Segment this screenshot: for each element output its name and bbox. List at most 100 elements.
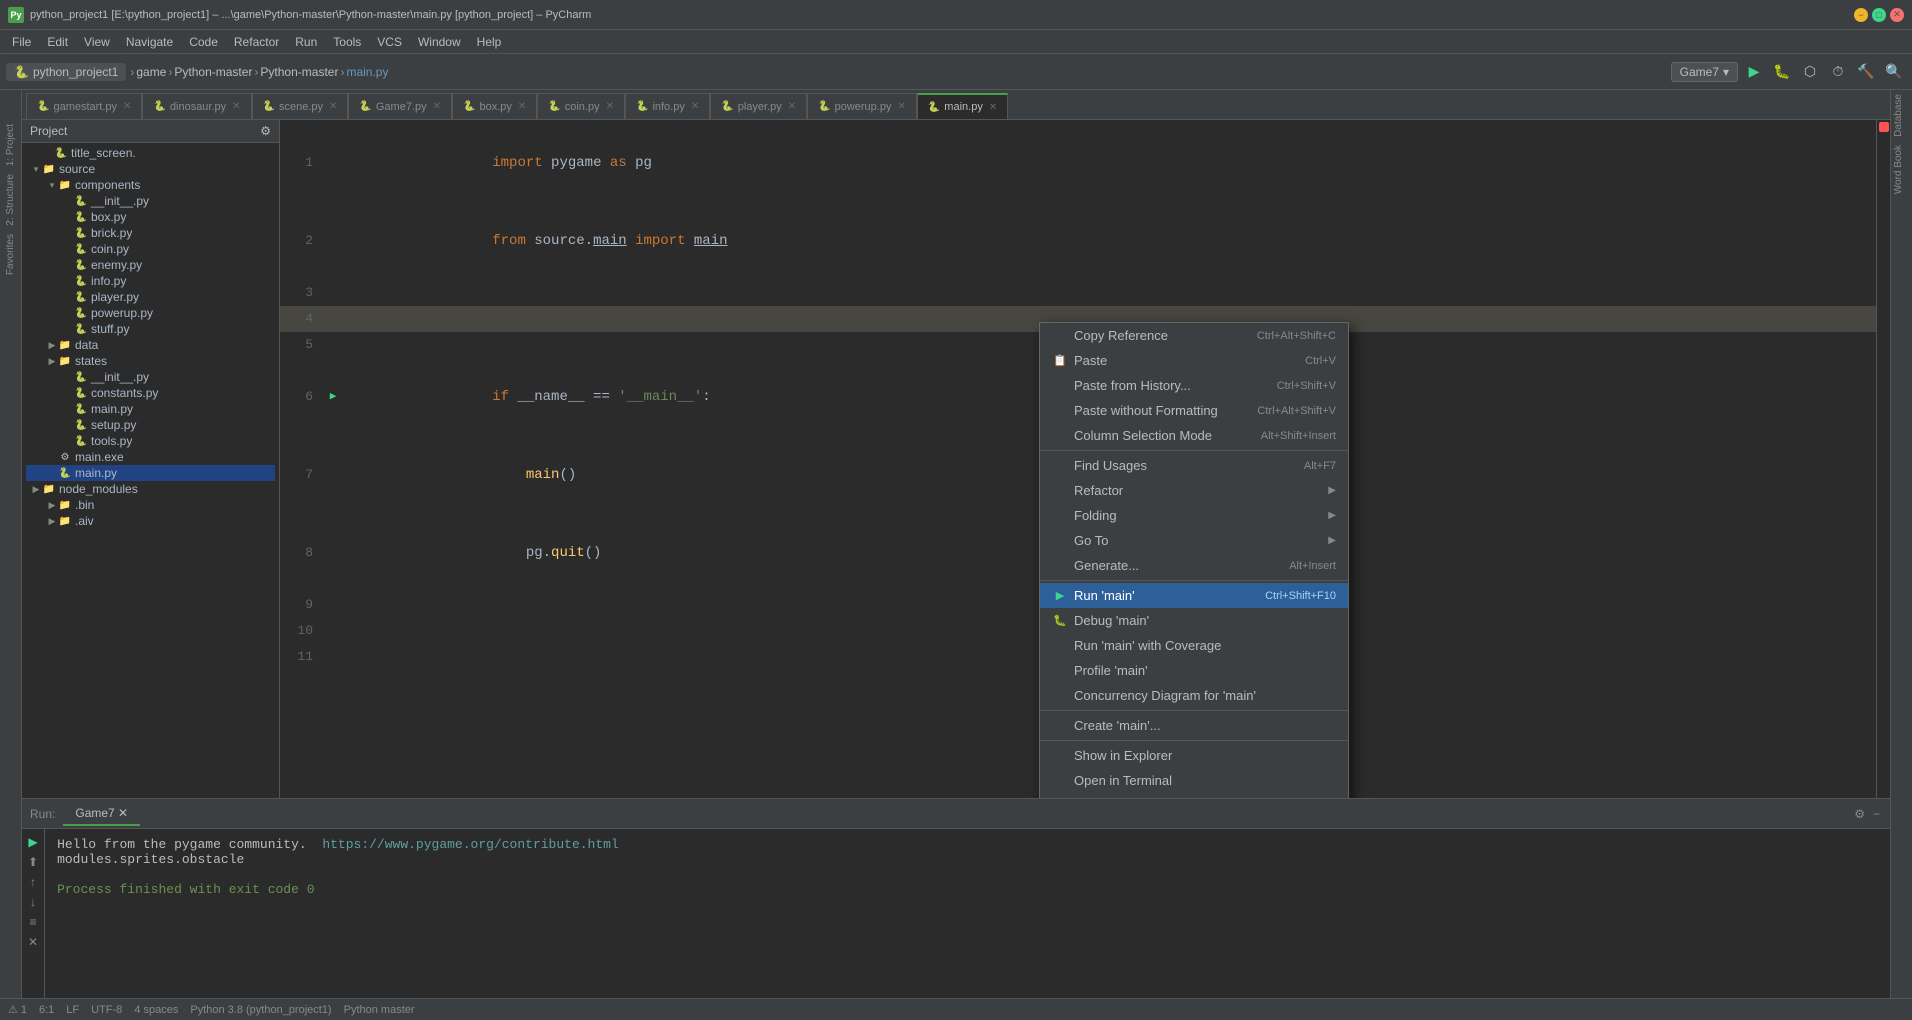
- tree-player-py[interactable]: 🐍 player.py: [26, 289, 275, 305]
- tab-game7[interactable]: 🐍 Game7.py ✕: [348, 93, 452, 119]
- cm-open-terminal[interactable]: Open in Terminal: [1040, 768, 1348, 793]
- tree-init2-py[interactable]: 🐍 __init__.py: [26, 369, 275, 385]
- cm-goto[interactable]: Go To ▶: [1040, 528, 1348, 553]
- cm-run-main[interactable]: ▶ Run 'main' Ctrl+Shift+F10: [1040, 583, 1348, 608]
- tree-states[interactable]: ▶ 📁 states: [26, 353, 275, 369]
- menu-vcs[interactable]: VCS: [369, 33, 410, 51]
- tab-player[interactable]: 🐍 player.py ✕: [710, 93, 807, 119]
- cm-find-usages[interactable]: Find Usages Alt+F7: [1040, 453, 1348, 478]
- tree-main-py-selected[interactable]: 🐍 main.py: [26, 465, 275, 481]
- minimize-button[interactable]: −: [1854, 8, 1868, 22]
- menu-tools[interactable]: Tools: [325, 33, 369, 51]
- menu-refactor[interactable]: Refactor: [226, 33, 287, 51]
- cm-folding[interactable]: Folding ▶: [1040, 503, 1348, 528]
- build-button[interactable]: 🔨: [1854, 60, 1878, 84]
- tree-node-modules[interactable]: ▶ 📁 node_modules: [26, 481, 275, 497]
- tree-bin[interactable]: ▶ 📁 .bin: [26, 497, 275, 513]
- tab-info-close[interactable]: ✕: [691, 101, 699, 112]
- status-python[interactable]: Python 3.8 (python_project1): [190, 1004, 331, 1016]
- tab-dinosaur-close[interactable]: ✕: [232, 101, 240, 112]
- code-editor-area[interactable]: 1 import pygame as pg 2: [280, 120, 1876, 798]
- cm-column-selection[interactable]: Column Selection Mode Alt+Shift+Insert: [1040, 423, 1348, 448]
- coverage-button[interactable]: ⬡: [1798, 60, 1822, 84]
- structure-panel-toggle[interactable]: 2: Structure: [3, 170, 18, 230]
- tree-box-py[interactable]: 🐍 box.py: [26, 209, 275, 225]
- cm-show-explorer[interactable]: Show in Explorer: [1040, 743, 1348, 768]
- tab-gamestart-close[interactable]: ✕: [123, 101, 131, 112]
- tab-scene-close[interactable]: ✕: [329, 101, 337, 112]
- breadcrumb-python-master2[interactable]: Python-master: [260, 65, 338, 79]
- run-scroll-down-button[interactable]: ↓: [28, 893, 38, 911]
- tree-tools-py[interactable]: 🐍 tools.py: [26, 433, 275, 449]
- run-button[interactable]: ▶: [1742, 60, 1766, 84]
- breadcrumb-game[interactable]: game: [136, 65, 166, 79]
- tree-main-exe[interactable]: ⚙ main.exe: [26, 449, 275, 465]
- tab-powerup-close[interactable]: ✕: [897, 101, 905, 112]
- project-panel-toggle[interactable]: 1: Project: [3, 120, 18, 170]
- minimize-panel-icon[interactable]: −: [1871, 805, 1882, 823]
- tab-dinosaur[interactable]: 🐍 dinosaur.py ✕: [142, 93, 251, 119]
- tab-box-close[interactable]: ✕: [518, 101, 526, 112]
- tree-source[interactable]: ▾ 📁 source: [26, 161, 275, 177]
- status-indent[interactable]: 4 spaces: [134, 1004, 178, 1016]
- tab-main[interactable]: 🐍 main.py ✕: [917, 93, 1008, 119]
- breadcrumb-python-master[interactable]: Python-master: [174, 65, 252, 79]
- tree-enemy-py[interactable]: 🐍 enemy.py: [26, 257, 275, 273]
- debug-button[interactable]: 🐛: [1770, 60, 1794, 84]
- cm-generate[interactable]: Generate... Alt+Insert: [1040, 553, 1348, 578]
- run-play-button[interactable]: ▶: [26, 833, 39, 851]
- tab-coin-close[interactable]: ✕: [606, 101, 614, 112]
- menu-view[interactable]: View: [76, 33, 118, 51]
- wordbook-panel-toggle[interactable]: Word Book: [1891, 141, 1906, 198]
- favorites-panel-toggle[interactable]: Favorites: [3, 230, 18, 279]
- run-wrap-button[interactable]: ≡: [28, 913, 39, 931]
- settings-icon[interactable]: ⚙: [1852, 805, 1867, 823]
- tab-main-close[interactable]: ✕: [989, 102, 997, 113]
- tab-box[interactable]: 🐍 box.py ✕: [452, 93, 537, 119]
- cm-create-main[interactable]: Create 'main'...: [1040, 713, 1348, 738]
- database-panel-toggle[interactable]: Database: [1891, 90, 1906, 141]
- tab-gamestart[interactable]: 🐍 gamestart.py ✕: [26, 93, 142, 119]
- tree-main2-py[interactable]: 🐍 main.py: [26, 401, 275, 417]
- panel-settings-icon[interactable]: ⚙: [260, 124, 271, 138]
- cm-local-history[interactable]: Local History ▶: [1040, 793, 1348, 798]
- status-warnings[interactable]: ⚠ 1: [8, 1003, 27, 1016]
- tree-aiv[interactable]: ▶ 📁 .aiv: [26, 513, 275, 529]
- tab-powerup[interactable]: 🐍 powerup.py ✕: [807, 93, 917, 119]
- close-button[interactable]: ✕: [1890, 8, 1904, 22]
- status-line-col[interactable]: 6:1: [39, 1004, 54, 1016]
- menu-code[interactable]: Code: [181, 33, 226, 51]
- menu-edit[interactable]: Edit: [39, 33, 76, 51]
- menu-help[interactable]: Help: [469, 33, 510, 51]
- cm-copy-reference[interactable]: Copy Reference Ctrl+Alt+Shift+C: [1040, 323, 1348, 348]
- run-configuration[interactable]: Game7 ▾: [1671, 62, 1738, 82]
- tree-brick-py[interactable]: 🐍 brick.py: [26, 225, 275, 241]
- tab-coin[interactable]: 🐍 coin.py ✕: [537, 93, 625, 119]
- cm-paste[interactable]: 📋 Paste Ctrl+V: [1040, 348, 1348, 373]
- cm-paste-no-format[interactable]: Paste without Formatting Ctrl+Alt+Shift+…: [1040, 398, 1348, 423]
- status-lf[interactable]: LF: [66, 1004, 79, 1016]
- project-selector[interactable]: 🐍 python_project1: [6, 63, 126, 81]
- bottom-tab-game7[interactable]: Game7 ✕: [63, 802, 140, 826]
- menu-file[interactable]: File: [4, 33, 39, 51]
- tree-setup-py[interactable]: 🐍 setup.py: [26, 417, 275, 433]
- tab-game7-close[interactable]: ✕: [433, 101, 441, 112]
- status-encoding[interactable]: UTF-8: [91, 1004, 122, 1016]
- tree-components[interactable]: ▾ 📁 components: [26, 177, 275, 193]
- run-stop-button[interactable]: ⬆: [26, 853, 40, 871]
- breadcrumb-main-py[interactable]: main.py: [346, 65, 388, 79]
- run-scroll-up-button[interactable]: ↑: [28, 873, 38, 891]
- cm-profile-main[interactable]: Profile 'main': [1040, 658, 1348, 683]
- tree-init-py[interactable]: 🐍 __init__.py: [26, 193, 275, 209]
- tree-data[interactable]: ▶ 📁 data: [26, 337, 275, 353]
- cm-concurrency[interactable]: Concurrency Diagram for 'main': [1040, 683, 1348, 708]
- tab-player-close[interactable]: ✕: [788, 101, 796, 112]
- tab-scene[interactable]: 🐍 scene.py ✕: [252, 93, 349, 119]
- tree-stuff-py[interactable]: 🐍 stuff.py: [26, 321, 275, 337]
- menu-window[interactable]: Window: [410, 33, 469, 51]
- tab-info[interactable]: 🐍 info.py ✕: [625, 93, 710, 119]
- search-button[interactable]: 🔍: [1882, 60, 1906, 84]
- pygame-link[interactable]: https://www.pygame.org/contribute.html: [322, 837, 618, 852]
- cm-paste-history[interactable]: Paste from History... Ctrl+Shift+V: [1040, 373, 1348, 398]
- tree-title-screen[interactable]: 🐍 title_screen.: [26, 145, 275, 161]
